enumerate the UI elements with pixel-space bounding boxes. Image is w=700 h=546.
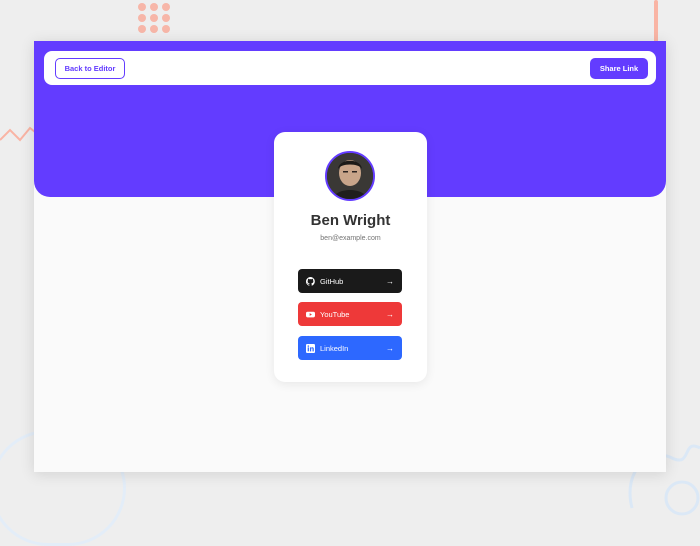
- youtube-icon: [306, 310, 315, 319]
- preview-navbar: Back to Editor Share Link: [44, 51, 656, 85]
- arrow-right-icon: →: [386, 343, 394, 353]
- linkedin-link-button[interactable]: LinkedIn →: [298, 336, 402, 360]
- linkedin-link-label: LinkedIn: [320, 343, 349, 353]
- preview-frame: Back to Editor Share Link Ben Wright ben…: [34, 41, 666, 472]
- github-link-button[interactable]: GitHub →: [298, 269, 402, 293]
- profile-name: Ben Wright: [310, 212, 391, 229]
- github-icon: [306, 276, 315, 286]
- arrow-right-icon: →: [386, 276, 394, 286]
- arrow-right-icon: →: [386, 309, 394, 319]
- linkedin-icon: [306, 343, 315, 353]
- youtube-link-label: YouTube: [320, 309, 350, 319]
- profile-email: ben@example.com: [320, 235, 381, 242]
- back-to-editor-button[interactable]: Back to Editor: [55, 58, 125, 79]
- share-link-button[interactable]: Share Link: [590, 58, 648, 79]
- github-link-label: GitHub: [320, 276, 344, 286]
- avatar: [325, 151, 375, 201]
- profile-card: Ben Wright ben@example.com GitHub → YouT…: [274, 132, 427, 382]
- decorative-dots: [138, 0, 170, 33]
- youtube-link-button[interactable]: YouTube →: [298, 302, 402, 326]
